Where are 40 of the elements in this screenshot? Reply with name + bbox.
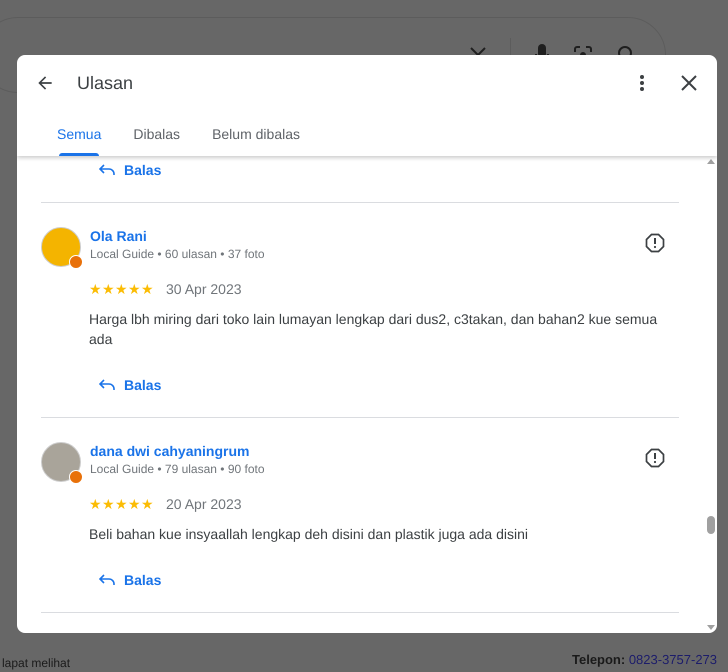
star-icon: ★ (141, 281, 154, 297)
star-icon: ★ (115, 496, 128, 512)
reply-button[interactable]: Balas (99, 158, 162, 182)
review-text: Beli bahan kue insyaallah lengkap deh disini dan plastik juga ada disini (89, 525, 529, 544)
reviewer-name[interactable]: dana dwi cahyaningrum (90, 442, 645, 460)
report-icon[interactable] (645, 233, 665, 253)
star-icon: ★ (102, 496, 115, 512)
review-date: 30 Apr 2023 (166, 281, 242, 297)
star-icon: ★ (89, 281, 102, 297)
review-date: 20 Apr 2023 (166, 496, 242, 512)
reply-icon (99, 574, 115, 586)
reviewer-name[interactable]: Ola Rani (90, 227, 645, 245)
reviewer-info: Local Guide • 79 ulasan • 90 foto (90, 461, 266, 478)
more-options-icon[interactable] (639, 74, 645, 92)
local-guide-badge-icon (69, 255, 83, 269)
text-fragment: lapat melihat (2, 656, 70, 670)
close-icon[interactable] (681, 75, 697, 91)
reply-button[interactable]: Balas (99, 568, 162, 592)
dialog-title: Ulasan (77, 72, 134, 94)
scroll-up-icon[interactable] (707, 159, 715, 164)
scrollbar-thumb[interactable] (707, 516, 715, 534)
star-icon: ★ (128, 281, 141, 297)
star-icon: ★ (141, 496, 154, 512)
reply-icon (99, 379, 115, 391)
tab[interactable]: Dibalas (117, 111, 196, 156)
phone-label: Telepon: (572, 652, 626, 667)
local-guide-badge-icon (69, 470, 83, 484)
phone-number[interactable]: 0823-3757-273 (628, 652, 718, 667)
reply-icon (99, 164, 115, 176)
reviewer-info: Local Guide • 60 ulasan • 37 foto (90, 246, 266, 263)
reply-button[interactable]: Balas (99, 373, 162, 397)
scroll-down-icon[interactable] (707, 625, 715, 630)
tab[interactable]: Belum dibalas (196, 111, 316, 156)
review-text: Harga lbh miring dari toko lain lumayan lengkap dari dus2, c3takan, dan bahan2 kue semua ada (89, 310, 658, 349)
tab[interactable]: Semua (41, 111, 118, 156)
report-icon[interactable] (645, 448, 665, 468)
star-icon: ★ (89, 496, 102, 512)
star-icon: ★ (102, 281, 115, 297)
star-icon: ★ (128, 496, 141, 512)
star-icon: ★ (115, 281, 128, 297)
